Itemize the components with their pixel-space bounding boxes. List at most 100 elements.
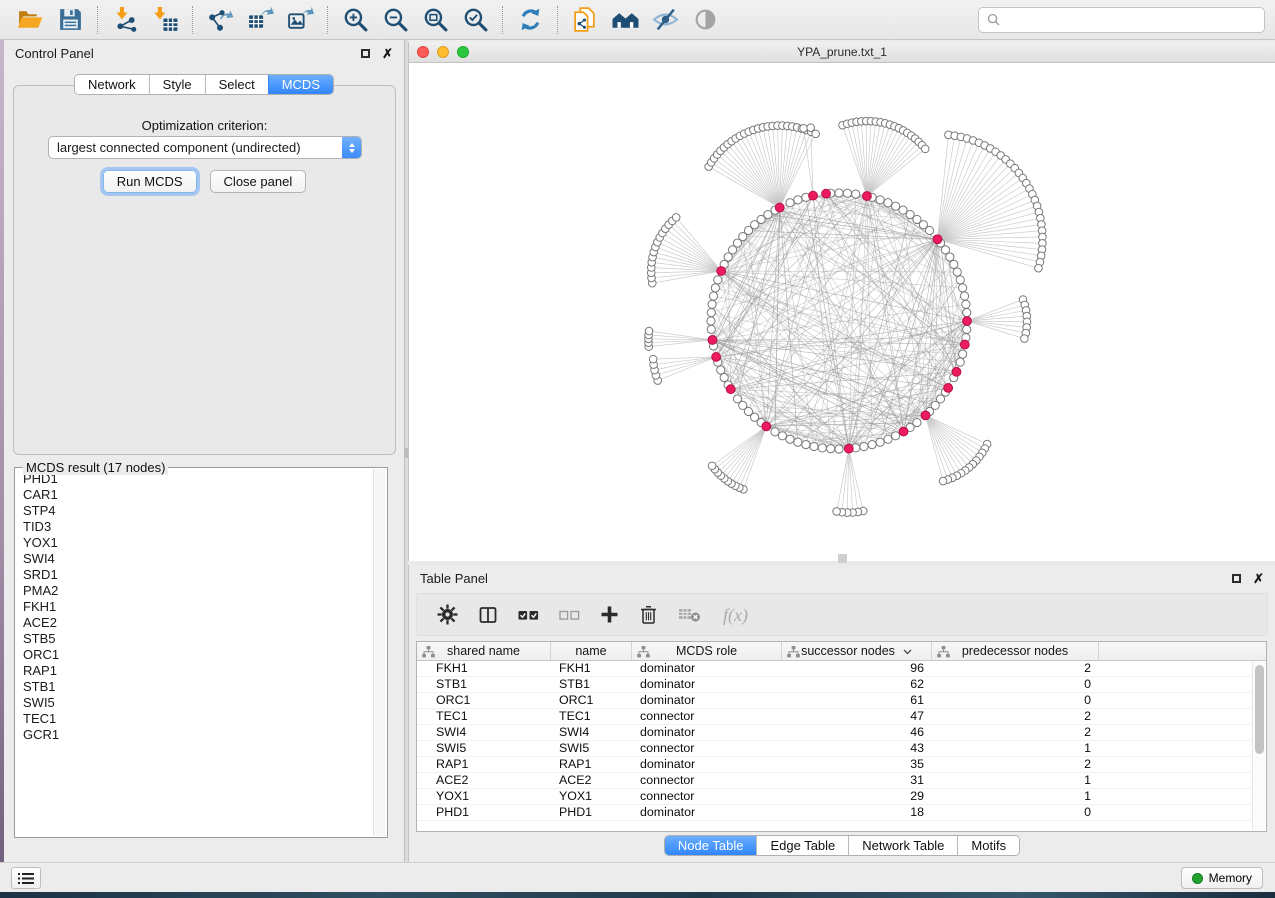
run-mcds-button[interactable]: Run MCDS <box>103 170 197 193</box>
table-row[interactable]: FKH1FKH1dominator962 <box>417 661 1266 677</box>
delete-columns-button[interactable] <box>639 602 658 628</box>
close-table-panel-icon[interactable]: ✗ <box>1253 574 1264 583</box>
table-row[interactable]: ACE2ACE2connector311 <box>417 773 1266 789</box>
column-header-successor-nodes[interactable]: successor nodes <box>782 642 932 660</box>
network-node <box>707 309 715 317</box>
table-row[interactable]: STB1STB1dominator620 <box>417 677 1266 693</box>
show-task-history-button[interactable] <box>11 867 41 889</box>
table-row[interactable]: TEC1TEC1connector472 <box>417 709 1266 725</box>
table-cell: 0 <box>932 693 1099 708</box>
mcds-result-item[interactable]: CAR1 <box>16 487 372 503</box>
table-scrollbar[interactable] <box>1252 662 1265 830</box>
column-header-predecessor-nodes[interactable]: predecessor nodes <box>932 642 1099 660</box>
network-node <box>962 300 970 308</box>
new-network-from-selection-button[interactable] <box>565 3 605 37</box>
mcds-result-item[interactable]: ACE2 <box>16 615 372 631</box>
result-list-scrollbar[interactable] <box>373 469 386 836</box>
mcds-result-item[interactable]: TEC1 <box>16 711 372 727</box>
zoom-in-button[interactable] <box>335 3 375 37</box>
mcds-result-item[interactable]: FKH1 <box>16 599 372 615</box>
mcds-result-item[interactable]: YOX1 <box>16 535 372 551</box>
table-row[interactable]: SWI5SWI5connector431 <box>417 741 1266 757</box>
export-network-button[interactable] <box>200 3 240 37</box>
table-row[interactable]: PHD1PHD1dominator180 <box>417 805 1266 821</box>
function-builder-button[interactable]: f(x) <box>721 602 755 628</box>
select-all-rows-button[interactable] <box>518 602 539 628</box>
table-cell: 2 <box>932 661 1099 676</box>
table-tab-edge-table[interactable]: Edge Table <box>756 836 848 855</box>
float-table-panel-icon[interactable] <box>1232 574 1241 583</box>
table-tab-node-table[interactable]: Node Table <box>665 836 757 855</box>
network-node <box>709 292 717 300</box>
open-session-button[interactable] <box>10 3 50 37</box>
table-mode-gear-button[interactable] <box>437 602 458 628</box>
memory-button[interactable]: Memory <box>1181 867 1263 889</box>
zoom-fit-button[interactable] <box>415 3 455 37</box>
mcds-result-item[interactable]: TID3 <box>16 519 372 535</box>
divider-grip-horizontal[interactable] <box>838 554 847 563</box>
network-node <box>802 441 810 449</box>
deselect-all-rows-button[interactable] <box>559 602 580 628</box>
show-all-networks-button[interactable] <box>605 3 645 37</box>
network-nodes[interactable] <box>645 117 1047 516</box>
mcds-result-item[interactable]: GCR1 <box>16 727 372 743</box>
mcds-result-item[interactable]: PMA2 <box>16 583 372 599</box>
table-row[interactable]: ORC1ORC1dominator610 <box>417 693 1266 709</box>
mcds-result-item[interactable]: SRD1 <box>16 567 372 583</box>
network-view-window: YPA_prune.txt_1 <box>408 42 1275 561</box>
import-network-button[interactable] <box>105 3 145 37</box>
network-canvas[interactable] <box>409 63 1274 560</box>
tab-style[interactable]: Style <box>149 75 205 94</box>
zoom-out-button[interactable] <box>375 3 415 37</box>
mcds-result-item[interactable]: STB1 <box>16 679 372 695</box>
mcds-result-item[interactable]: STB5 <box>16 631 372 647</box>
create-column-button[interactable] <box>600 602 619 628</box>
optimization-criterion-dropdown[interactable]: largest connected component (undirected) <box>48 136 362 159</box>
search-box[interactable] <box>978 7 1265 33</box>
control-panel: Control Panel ✗ NetworkStyleSelectMCDS O… <box>4 40 405 862</box>
delete-table-button[interactable] <box>678 602 701 628</box>
import-table-button[interactable] <box>145 3 185 37</box>
table-cell: dominator <box>632 725 782 740</box>
network-node <box>956 358 964 366</box>
table-cell: PHD1 <box>417 805 551 820</box>
network-node <box>708 300 716 308</box>
column-header-shared-name[interactable]: shared name <box>417 642 551 660</box>
mcds-result-item[interactable]: STP4 <box>16 503 372 519</box>
table-cell: RAP1 <box>417 757 551 772</box>
mcds-result-item[interactable]: ORC1 <box>16 647 372 663</box>
export-image-button[interactable] <box>280 3 320 37</box>
network-node <box>707 325 715 333</box>
table-scrollbar-thumb[interactable] <box>1255 665 1264 754</box>
mcds-result-item[interactable]: RAP1 <box>16 663 372 679</box>
column-header-name[interactable]: name <box>551 642 632 660</box>
close-panel-icon[interactable]: ✗ <box>382 49 393 58</box>
save-session-button[interactable] <box>50 3 90 37</box>
table-tab-motifs[interactable]: Motifs <box>957 836 1019 855</box>
mcds-result-item[interactable]: SWI4 <box>16 551 372 567</box>
show-columns-button[interactable] <box>478 602 498 628</box>
table-tab-network-table[interactable]: Network Table <box>848 836 957 855</box>
memory-status-icon <box>1192 873 1203 884</box>
mcds-hub-node <box>708 336 717 345</box>
mcds-result-item[interactable]: SWI5 <box>16 695 372 711</box>
network-window-titlebar[interactable]: YPA_prune.txt_1 <box>409 42 1275 63</box>
mcds-result-list[interactable]: PHD1CAR1STP4TID3YOX1SWI4SRD1PMA2FKH1ACE2… <box>16 471 372 836</box>
tab-mcds[interactable]: MCDS <box>268 75 333 94</box>
close-panel-button[interactable]: Close panel <box>210 170 307 193</box>
show-hidden-button[interactable] <box>685 3 725 37</box>
tab-select[interactable]: Select <box>205 75 268 94</box>
apply-layout-button[interactable] <box>510 3 550 37</box>
float-panel-icon[interactable] <box>361 49 370 58</box>
search-input[interactable] <box>1006 13 1256 27</box>
column-header-MCDS-role[interactable]: MCDS role <box>632 642 782 660</box>
network-node <box>852 190 860 198</box>
hide-selected-button[interactable] <box>645 3 685 37</box>
table-row[interactable]: YOX1YOX1connector291 <box>417 789 1266 805</box>
table-row[interactable]: SWI4SWI4dominator462 <box>417 725 1266 741</box>
satellite-node <box>1035 264 1043 272</box>
table-row[interactable]: RAP1RAP1dominator352 <box>417 757 1266 773</box>
export-table-button[interactable] <box>240 3 280 37</box>
zoom-selected-button[interactable] <box>455 3 495 37</box>
tab-network[interactable]: Network <box>75 75 149 94</box>
